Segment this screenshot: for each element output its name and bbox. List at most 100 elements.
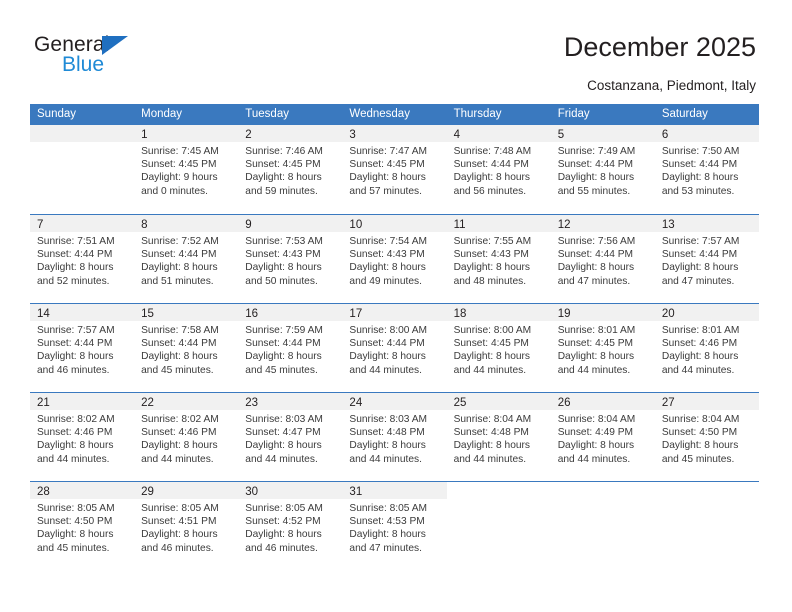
calendar-day-cell[interactable]: 16 Sunrise: 7:59 AM Sunset: 4:44 PM Dayligh… bbox=[238, 304, 343, 392]
calendar-day-cell[interactable]: 24 Sunrise: 8:03 AM Sunset: 4:48 PM Dayligh… bbox=[342, 393, 447, 481]
calendar-day-cell[interactable]: 1 Sunrise: 7:45 AM Sunset: 4:45 PM Daylight… bbox=[134, 125, 239, 214]
day-detail-line: and 44 minutes. bbox=[245, 453, 318, 465]
calendar-day-cell[interactable]: 13 Sunrise: 7:57 AM Sunset: 4:44 PM Dayligh… bbox=[654, 215, 759, 303]
day-number: 11 bbox=[453, 219, 466, 231]
calendar-day-cell[interactable]: 29 Sunrise: 8:05 AM Sunset: 4:51 PM Dayligh… bbox=[134, 482, 239, 570]
day-detail-line: Sunset: 4:44 PM bbox=[453, 159, 529, 171]
day-detail-line: Sunset: 4:47 PM bbox=[245, 427, 321, 439]
day-detail-line: Sunrise: 8:03 AM bbox=[245, 414, 323, 425]
day-number: 7 bbox=[37, 219, 44, 231]
day-sun-details: Sunrise: 8:00 AM Sunset: 4:44 PM Daylight:… bbox=[342, 321, 446, 377]
calendar-day-cell[interactable]: 11 Sunrise: 7:55 AM Sunset: 4:43 PM Dayligh… bbox=[446, 215, 551, 303]
calendar-day-cell[interactable]: 15 Sunrise: 7:58 AM Sunset: 4:44 PM Dayligh… bbox=[134, 304, 239, 392]
calendar-day-cell[interactable]: 8 Sunrise: 7:52 AM Sunset: 4:44 PM Daylight… bbox=[134, 215, 239, 303]
calendar-day-cell[interactable]: 22 Sunrise: 8:02 AM Sunset: 4:46 PM Dayligh… bbox=[134, 393, 239, 481]
day-number-band: 6 bbox=[654, 125, 759, 142]
day-sun-details: Sunrise: 7:48 AM Sunset: 4:44 PM Daylight:… bbox=[447, 142, 551, 198]
day-detail-line: Daylight: 8 hours bbox=[245, 440, 322, 452]
day-detail-line: Daylight: 8 hours bbox=[245, 529, 322, 541]
day-number: 19 bbox=[557, 308, 571, 320]
calendar-day-cell[interactable]: 3 Sunrise: 7:47 AM Sunset: 4:45 PM Daylight… bbox=[342, 125, 447, 214]
calendar-day-cell[interactable]: 28 Sunrise: 8:05 AM Sunset: 4:50 PM Dayligh… bbox=[30, 482, 135, 570]
day-number-band: 14 bbox=[30, 304, 135, 321]
day-detail-line: and 47 minutes. bbox=[349, 542, 422, 554]
calendar-day-cell[interactable]: 17 Sunrise: 8:00 AM Sunset: 4:44 PM Dayligh… bbox=[342, 304, 447, 392]
calendar-day-cell[interactable]: 4 Sunrise: 7:48 AM Sunset: 4:44 PM Daylight… bbox=[446, 125, 551, 214]
calendar-day-cell[interactable]: 21 Sunrise: 8:02 AM Sunset: 4:46 PM Dayligh… bbox=[30, 393, 135, 481]
day-number: 6 bbox=[661, 129, 669, 141]
day-detail-line: and 55 minutes. bbox=[557, 185, 631, 197]
day-detail-line: Sunset: 4:52 PM bbox=[245, 516, 321, 528]
day-detail-line: and 47 minutes. bbox=[661, 275, 735, 287]
calendar-day-cell[interactable]: 30 Sunrise: 8:05 AM Sunset: 4:52 PM Dayligh… bbox=[238, 482, 343, 570]
day-detail-line: and 59 minutes. bbox=[245, 185, 318, 197]
calendar-day-cell[interactable]: 19 Sunrise: 8:01 AM Sunset: 4:45 PM Dayligh… bbox=[550, 304, 655, 392]
day-detail-line: Sunrise: 7:54 AM bbox=[349, 236, 428, 247]
calendar-day-cell[interactable]: 27 Sunrise: 8:04 AM Sunset: 4:50 PM Dayligh… bbox=[654, 393, 759, 481]
day-sun-details: Sunrise: 8:04 AM Sunset: 4:49 PM Daylight:… bbox=[551, 410, 655, 466]
calendar-weeks: 1 Sunrise: 7:45 AM Sunset: 4:45 PM Daylight… bbox=[30, 125, 759, 570]
day-detail-line: Sunrise: 7:47 AM bbox=[349, 146, 428, 157]
day-detail-line: Sunset: 4:45 PM bbox=[245, 159, 321, 171]
calendar-grid: Sunday Monday Tuesday Wednesday Thursday Frid… bbox=[30, 104, 759, 570]
day-number-band: 28 bbox=[30, 482, 135, 499]
day-detail-line: Sunset: 4:44 PM bbox=[557, 159, 634, 171]
day-detail-line: Daylight: 8 hours bbox=[453, 172, 531, 184]
calendar-day-cell[interactable]: 10 Sunrise: 7:54 AM Sunset: 4:43 PM Dayligh… bbox=[342, 215, 447, 303]
calendar-day-cell[interactable]: 31 Sunrise: 8:05 AM Sunset: 4:53 PM Dayligh… bbox=[342, 482, 447, 570]
day-detail-line: and 44 minutes. bbox=[37, 453, 110, 465]
weekday-header-thursday: Thursday bbox=[453, 108, 502, 120]
calendar-day-cell[interactable]: 18 Sunrise: 8:00 AM Sunset: 4:45 PM Dayligh… bbox=[446, 304, 551, 392]
calendar-day-cell[interactable]: 25 Sunrise: 8:04 AM Sunset: 4:48 PM Dayligh… bbox=[446, 393, 551, 481]
calendar-day-cell[interactable]: 20 Sunrise: 8:01 AM Sunset: 4:46 PM Dayligh… bbox=[654, 304, 759, 392]
calendar-day-cell[interactable]: 23 Sunrise: 8:03 AM Sunset: 4:47 PM Dayligh… bbox=[238, 393, 343, 481]
day-number: 15 bbox=[141, 308, 154, 320]
day-sun-details: Sunrise: 7:46 AM Sunset: 4:45 PM Daylight:… bbox=[238, 142, 342, 198]
day-detail-line: Daylight: 8 hours bbox=[37, 440, 114, 452]
day-detail-line: Sunset: 4:44 PM bbox=[141, 338, 217, 350]
day-detail-line: and 49 minutes. bbox=[349, 275, 422, 287]
day-detail-line: Daylight: 8 hours bbox=[349, 529, 426, 541]
day-detail-line: Daylight: 8 hours bbox=[141, 351, 218, 363]
day-sun-details: Sunrise: 8:04 AM Sunset: 4:50 PM Daylight:… bbox=[655, 410, 759, 466]
day-sun-details: Sunrise: 8:01 AM Sunset: 4:46 PM Daylight:… bbox=[655, 321, 759, 377]
calendar-day-cell[interactable]: 7 Sunrise: 7:51 AM Sunset: 4:44 PM Daylight… bbox=[30, 215, 135, 303]
day-detail-line: Daylight: 8 hours bbox=[661, 262, 739, 274]
day-detail-line: and 44 minutes. bbox=[141, 453, 214, 465]
day-number: 18 bbox=[453, 308, 467, 320]
day-detail-line: Sunrise: 7:57 AM bbox=[37, 325, 115, 336]
day-detail-line: Daylight: 8 hours bbox=[245, 351, 322, 363]
day-number: 25 bbox=[453, 397, 467, 409]
day-detail-line: Sunrise: 7:48 AM bbox=[453, 146, 532, 157]
day-detail-line: and 48 minutes. bbox=[453, 275, 527, 287]
calendar-empty-cell bbox=[447, 482, 551, 570]
day-sun-details: Sunrise: 8:02 AM Sunset: 4:46 PM Daylight:… bbox=[30, 410, 134, 466]
day-detail-line: Sunrise: 7:50 AM bbox=[661, 146, 740, 157]
calendar-day-cell[interactable]: 12 Sunrise: 7:56 AM Sunset: 4:44 PM Dayligh… bbox=[550, 215, 655, 303]
day-detail-line: and 46 minutes. bbox=[141, 542, 214, 554]
calendar-day-cell[interactable]: 9 Sunrise: 7:53 AM Sunset: 4:43 PM Daylight… bbox=[238, 215, 343, 303]
calendar-day-cell[interactable]: 6 Sunrise: 7:50 AM Sunset: 4:44 PM Daylight… bbox=[654, 125, 759, 214]
day-number-band: 29 bbox=[134, 482, 239, 499]
day-detail-line: Daylight: 8 hours bbox=[557, 351, 635, 363]
day-detail-line: Sunset: 4:44 PM bbox=[37, 249, 113, 261]
day-number: 21 bbox=[37, 397, 50, 409]
day-sun-details: Sunrise: 7:57 AM Sunset: 4:44 PM Daylight:… bbox=[655, 232, 759, 288]
day-detail-line: and 44 minutes. bbox=[557, 453, 631, 465]
day-number: 23 bbox=[245, 397, 259, 409]
calendar-day-cell[interactable]: 5 Sunrise: 7:49 AM Sunset: 4:44 PM Daylight… bbox=[550, 125, 655, 214]
calendar-day-cell[interactable]: 2 Sunrise: 7:46 AM Sunset: 4:45 PM Daylight… bbox=[238, 125, 343, 214]
day-sun-details: Sunrise: 8:00 AM Sunset: 4:45 PM Daylight:… bbox=[447, 321, 551, 377]
calendar-day-cell[interactable]: 14 Sunrise: 7:57 AM Sunset: 4:44 PM Dayligh… bbox=[30, 304, 135, 392]
day-number-band bbox=[551, 482, 655, 499]
day-number-band: 5 bbox=[550, 125, 655, 142]
weekday-header-monday: Monday bbox=[141, 108, 183, 120]
day-detail-line: Daylight: 8 hours bbox=[245, 172, 322, 184]
day-detail-line: Sunrise: 7:57 AM bbox=[661, 236, 740, 247]
page-header: General Blue December 2025 Costanzana, P… bbox=[0, 0, 792, 96]
calendar-day-cell[interactable]: 26 Sunrise: 8:04 AM Sunset: 4:49 PM Dayligh… bbox=[550, 393, 655, 481]
calendar-week-row: 21 Sunrise: 8:02 AM Sunset: 4:46 PM Dayligh… bbox=[30, 392, 759, 481]
location-subtitle: Costanzana, Piedmont, Italy bbox=[587, 78, 756, 93]
day-number-band: 12 bbox=[550, 215, 655, 232]
day-number: 14 bbox=[37, 308, 50, 320]
